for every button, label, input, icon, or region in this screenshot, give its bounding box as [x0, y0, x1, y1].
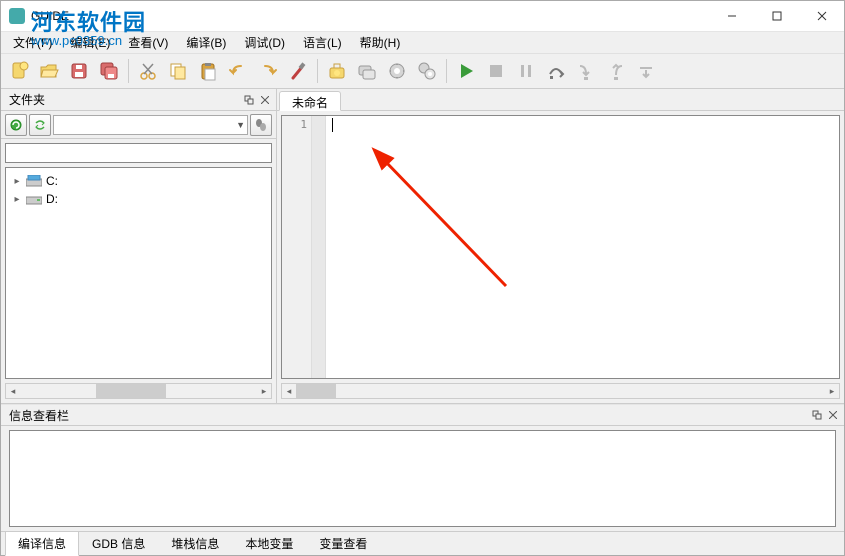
menu-edit[interactable]: 编辑(E) [62, 32, 118, 53]
app-icon [9, 8, 25, 24]
folder-panel-header: 文件夹 [1, 89, 276, 111]
save-button[interactable] [65, 57, 93, 85]
save-all-button[interactable] [95, 57, 123, 85]
window-title: GUIDE [31, 9, 69, 23]
info-panel-header: 信息查看栏 [1, 404, 844, 426]
settings-button[interactable] [284, 57, 312, 85]
folder-toolbar: ▼ [1, 111, 276, 139]
menu-compile[interactable]: 编译(B) [178, 32, 234, 53]
app-window: 河东软件园 www.pc0359.cn GUIDE 文件(F) 编辑(E) 查看… [0, 0, 845, 556]
minimize-button[interactable] [709, 2, 754, 30]
info-content[interactable] [9, 430, 836, 527]
folder-path-input[interactable] [5, 143, 272, 163]
refresh-button[interactable] [5, 114, 27, 136]
path-combo[interactable]: ▼ [53, 115, 248, 135]
info-panel: 信息查看栏 编译信息 GDB 信息 堆栈信息 本地变量 变量查看 [1, 403, 844, 555]
filter-button[interactable] [250, 114, 272, 136]
tab-stack-info[interactable]: 堆栈信息 [158, 531, 232, 556]
step-into-button[interactable] [572, 57, 600, 85]
caret [332, 118, 333, 132]
scroll-right-icon[interactable]: ▸ [257, 384, 271, 398]
toolbar-separator [128, 59, 129, 83]
open-file-button[interactable] [35, 57, 63, 85]
line-number: 1 [282, 118, 311, 131]
menubar: 文件(F) 编辑(E) 查看(V) 编译(B) 调试(D) 语言(L) 帮助(H… [1, 31, 844, 53]
tab-local-var[interactable]: 本地变量 [232, 531, 306, 556]
expand-icon[interactable]: ▸ [12, 176, 22, 187]
compile-button[interactable] [323, 57, 351, 85]
chevron-down-icon: ▼ [236, 120, 245, 130]
editor-hscrollbar[interactable]: ◂ ▸ [281, 383, 840, 399]
menu-file[interactable]: 文件(F) [5, 32, 60, 53]
annotation-arrow-icon [366, 146, 526, 306]
cut-button[interactable] [134, 57, 162, 85]
editor-area[interactable]: 1 [281, 115, 840, 379]
titlebar: GUIDE [1, 1, 844, 31]
line-gutter: 1 [282, 116, 312, 378]
stop-button[interactable] [482, 57, 510, 85]
scrollbar-thumb[interactable] [96, 384, 166, 398]
tab-var-watch[interactable]: 变量查看 [306, 531, 380, 556]
panel-close-icon[interactable] [826, 408, 840, 422]
drive-icon [26, 193, 42, 205]
expand-icon[interactable]: ▸ [12, 194, 22, 205]
tab-gdb-info[interactable]: GDB 信息 [79, 531, 158, 556]
code-area[interactable] [326, 116, 839, 378]
tree-item-drive-c[interactable]: ▸ C: [10, 172, 267, 190]
folder-panel-title: 文件夹 [5, 91, 45, 108]
paste-button[interactable] [194, 57, 222, 85]
menu-help[interactable]: 帮助(H) [352, 32, 409, 53]
menu-view[interactable]: 查看(V) [120, 32, 176, 53]
tree-item-drive-d[interactable]: ▸ D: [10, 190, 267, 208]
compile-all-button[interactable] [353, 57, 381, 85]
toolbar-separator [317, 59, 318, 83]
drive-label: D: [46, 192, 58, 206]
toolbar [1, 53, 844, 89]
main-area: 文件夹 ▼ ▸ C: ▸ [1, 89, 844, 403]
undock-icon[interactable] [810, 408, 824, 422]
scroll-right-icon[interactable]: ▸ [825, 384, 839, 398]
drive-label: C: [46, 174, 58, 188]
new-file-button[interactable] [5, 57, 33, 85]
drive-icon [26, 175, 42, 187]
step-line-button[interactable] [632, 57, 660, 85]
editor-tab[interactable]: 未命名 [279, 91, 341, 111]
tab-compile-info[interactable]: 编译信息 [5, 531, 79, 556]
sync-button[interactable] [29, 114, 51, 136]
run-button[interactable] [452, 57, 480, 85]
copy-button[interactable] [164, 57, 192, 85]
editor-tab-bar: 未命名 [277, 89, 844, 111]
window-controls [709, 2, 844, 30]
info-tab-bar: 编译信息 GDB 信息 堆栈信息 本地变量 变量查看 [1, 531, 844, 555]
build-button[interactable] [383, 57, 411, 85]
maximize-button[interactable] [754, 2, 799, 30]
build-all-button[interactable] [413, 57, 441, 85]
step-over-button[interactable] [542, 57, 570, 85]
scroll-left-icon[interactable]: ◂ [6, 384, 20, 398]
scrollbar-thumb[interactable] [296, 384, 336, 398]
menu-language[interactable]: 语言(L) [295, 32, 350, 53]
toolbar-separator [446, 59, 447, 83]
editor-panel: 未命名 1 ◂ ▸ [277, 89, 844, 403]
redo-button[interactable] [254, 57, 282, 85]
scroll-left-icon[interactable]: ◂ [282, 384, 296, 398]
folder-hscrollbar[interactable]: ◂ ▸ [5, 383, 272, 399]
folder-tree[interactable]: ▸ C: ▸ D: [5, 167, 272, 379]
pause-button[interactable] [512, 57, 540, 85]
info-panel-title: 信息查看栏 [5, 407, 69, 424]
step-out-button[interactable] [602, 57, 630, 85]
menu-debug[interactable]: 调试(D) [236, 32, 293, 53]
undock-icon[interactable] [242, 93, 256, 107]
undo-button[interactable] [224, 57, 252, 85]
fold-gutter [312, 116, 326, 378]
folder-panel: 文件夹 ▼ ▸ C: ▸ [1, 89, 277, 403]
panel-close-icon[interactable] [258, 93, 272, 107]
close-button[interactable] [799, 2, 844, 30]
